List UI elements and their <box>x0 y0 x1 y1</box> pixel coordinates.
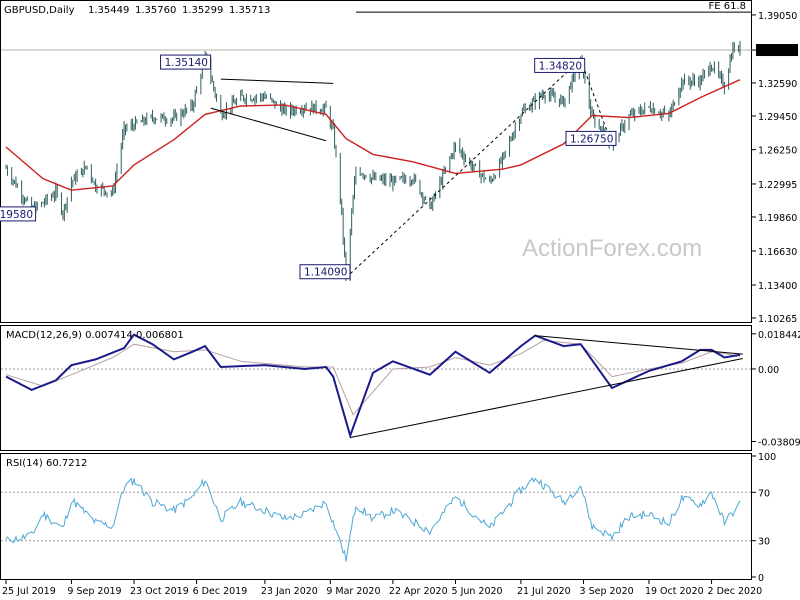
x-tick-label: 3 Sep 2020 <box>580 586 634 597</box>
price-panel-frame <box>0 0 752 323</box>
price-annotation-label: 1.34820 <box>539 60 582 72</box>
ohlc-close: 1.35713 <box>229 5 270 16</box>
ohlc-high: 1.35760 <box>135 5 176 16</box>
x-tick-label: 22 Apr 2020 <box>389 586 448 597</box>
macd-y-tick-label: -0.038095 <box>758 438 800 449</box>
rsi-y-tick-label: 0 <box>758 573 764 584</box>
macd-y-tick-label: 0.00 <box>758 365 779 376</box>
price-annotation-label: 1.26750 <box>570 133 613 145</box>
x-axis: 25 Jul 2019 9 Sep 2019 23 Oct 2019 6 Dec 20… <box>2 580 762 597</box>
price-annotation-label: 1.35140 <box>165 57 208 69</box>
x-tick-label: 23 Jan 2020 <box>261 586 318 597</box>
price-annotation-label: 1.19580 <box>0 209 33 221</box>
price-y-tick-label: 1.39050 <box>758 11 797 22</box>
ohlc-open: 1.35449 <box>88 5 129 16</box>
ohlc-low: 1.35299 <box>182 5 223 16</box>
rsi-y-tick-label: 70 <box>758 488 770 499</box>
rsi-y-tick-label: 100 <box>758 452 776 463</box>
x-tick-label: 5 Jun 2020 <box>452 586 503 597</box>
rsi-panel-frame <box>0 453 752 580</box>
price-y-tick-label: 1.13400 <box>758 281 797 292</box>
current-price-label: 1.35713 <box>758 46 797 57</box>
x-tick-label: 21 Jul 2020 <box>517 586 571 597</box>
price-y-tick-label: 1.32590 <box>758 79 797 90</box>
gbpusd-daily-chart: 1.39050 1.35713 1.32590 1.29450 1.26250 1.229… <box>0 0 800 597</box>
x-tick-label: 2 Dec 2020 <box>708 586 763 597</box>
price-y-tick-label: 1.10265 <box>758 314 797 325</box>
macd-title: MACD(12,26,9) 0.007414 0.006801 <box>6 330 184 341</box>
price-title: GBPUSD,Daily <box>4 5 75 16</box>
price-y-tick-label: 1.26250 <box>758 146 797 157</box>
price-annotation-label: 1.14090 <box>304 267 347 279</box>
x-tick-label: 6 Dec 2019 <box>193 586 248 597</box>
macd-y-tick-label: 0.018442 <box>758 330 800 341</box>
x-tick-label: 23 Oct 2019 <box>130 586 189 597</box>
price-y-tick-label: 1.22995 <box>758 180 797 191</box>
rsi-title: RSI(14) 60.7212 <box>6 458 87 469</box>
price-y-tick-label: 1.29450 <box>758 112 797 123</box>
fib-level-label: FE 61.8 <box>708 1 746 12</box>
rsi-y-tick-label: 30 <box>758 537 770 548</box>
price-y-tick-label: 1.16630 <box>758 247 797 258</box>
x-tick-label: 19 Oct 2020 <box>645 586 704 597</box>
price-y-tick-label: 1.19860 <box>758 213 797 224</box>
x-tick-label: 9 Mar 2020 <box>326 586 380 597</box>
x-tick-label: 9 Sep 2019 <box>67 586 121 597</box>
x-tick-label: 25 Jul 2019 <box>2 586 56 597</box>
watermark: ActionForex.com <box>522 235 702 262</box>
